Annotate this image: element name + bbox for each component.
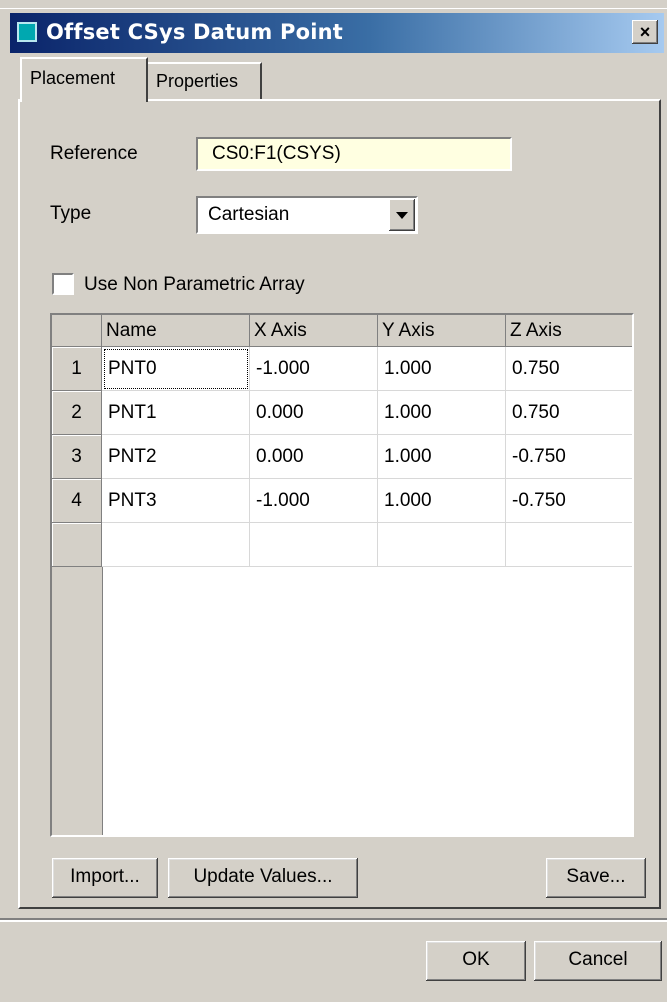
update-values-button[interactable]: Update Values... <box>168 858 358 898</box>
non-parametric-checkbox[interactable] <box>52 273 74 295</box>
import-button[interactable]: Import... <box>52 858 158 898</box>
table-cell-x[interactable]: -1.000 <box>250 479 378 523</box>
table-cell-new-y[interactable] <box>378 523 506 567</box>
cancel-button[interactable]: Cancel <box>534 941 662 981</box>
tab-placement-label: Placement <box>30 68 116 88</box>
app-icon <box>17 22 37 42</box>
title-bar[interactable]: Offset CSys Datum Point × <box>10 13 664 53</box>
row-header[interactable]: 1 <box>52 347 102 391</box>
row-header[interactable]: 3 <box>52 435 102 479</box>
non-parametric-label: Use Non Parametric Array <box>84 274 305 295</box>
table-cell-new-x[interactable] <box>250 523 378 567</box>
table-cell-y[interactable]: 1.000 <box>378 347 506 391</box>
table-cell-new-name[interactable] <box>102 523 250 567</box>
table-cell-z[interactable]: -0.750 <box>506 479 632 523</box>
row-header[interactable]: 2 <box>52 391 102 435</box>
column-header-x-axis[interactable]: X Axis <box>250 315 378 347</box>
table-cell-y[interactable]: 1.000 <box>378 391 506 435</box>
table-cell-name[interactable]: PNT0 <box>102 347 250 391</box>
table-cell-new-z[interactable] <box>506 523 632 567</box>
table-corner <box>52 315 102 347</box>
type-label: Type <box>50 203 92 224</box>
dialog-window: Offset CSys Datum Point × Placement Prop… <box>0 0 667 1002</box>
type-select-value: Cartesian <box>208 204 290 225</box>
table-cell-x[interactable]: 0.000 <box>250 435 378 479</box>
column-header-y-axis[interactable]: Y Axis <box>378 315 506 347</box>
type-select[interactable]: Cartesian <box>196 196 418 234</box>
table-cell-y[interactable]: 1.000 <box>378 479 506 523</box>
table-cell-name[interactable]: PNT1 <box>102 391 250 435</box>
save-button[interactable]: Save... <box>546 858 646 898</box>
ok-button[interactable]: OK <box>426 941 526 981</box>
row-header-new[interactable] <box>52 523 102 567</box>
reference-field[interactable]: CS0:F1(CSYS) <box>196 137 512 171</box>
points-table: Name X Axis Y Axis Z Axis 1 PNT0 -1.000 … <box>50 313 634 837</box>
row-header[interactable]: 4 <box>52 479 102 523</box>
table-cell-x[interactable]: 0.000 <box>250 391 378 435</box>
table-cell-z[interactable]: -0.750 <box>506 435 632 479</box>
footer-separator <box>0 918 667 922</box>
tab-placement[interactable]: Placement <box>20 57 148 102</box>
table-cell-name[interactable]: PNT2 <box>102 435 250 479</box>
table-cell-z[interactable]: 0.750 <box>506 347 632 391</box>
table-cell-z[interactable]: 0.750 <box>506 391 632 435</box>
chevron-down-icon[interactable] <box>389 199 415 231</box>
table-cell-name[interactable]: PNT3 <box>102 479 250 523</box>
reference-label: Reference <box>50 143 138 164</box>
column-header-name[interactable]: Name <box>102 315 250 347</box>
window-title: Offset CSys Datum Point <box>46 20 344 44</box>
table-cell-x[interactable]: -1.000 <box>250 347 378 391</box>
column-header-z-axis[interactable]: Z Axis <box>506 315 632 347</box>
close-icon[interactable]: × <box>632 20 658 44</box>
table-cell-y[interactable]: 1.000 <box>378 435 506 479</box>
window-top-edge <box>0 0 667 9</box>
tab-properties-label: Properties <box>156 71 239 91</box>
tab-properties[interactable]: Properties <box>146 62 262 100</box>
